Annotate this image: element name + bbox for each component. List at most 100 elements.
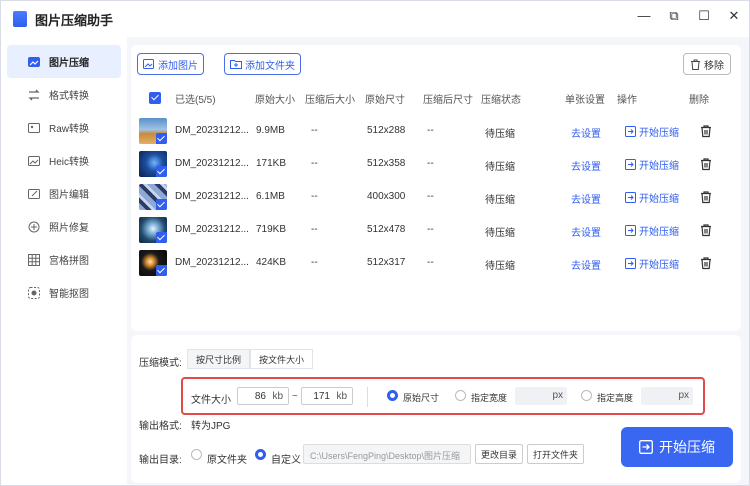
max-size-input[interactable]: 171 kb [301, 387, 353, 405]
status: 待压缩 [485, 129, 515, 140]
setting-link[interactable]: 去设置 [571, 224, 601, 239]
table-row: DM_20231212... 424KB -- 512x317 -- 待压缩 去… [139, 247, 733, 280]
delete-row-icon[interactable] [699, 190, 713, 204]
sidebar-item-label: 格式转换 [49, 91, 89, 102]
delete-row-icon[interactable] [699, 256, 713, 270]
start-compress-button[interactable]: 开始压缩 [621, 427, 733, 467]
comp-size: -- [311, 125, 318, 136]
start-compress-link[interactable]: 开始压缩 [625, 256, 679, 271]
row-checkbox[interactable] [156, 166, 167, 177]
start-icon [625, 192, 636, 203]
row-checkbox[interactable] [156, 199, 167, 210]
sidebar-item-label: 宫格拼图 [49, 256, 89, 267]
thumbnail[interactable] [139, 118, 167, 144]
width-input[interactable]: px [515, 387, 567, 405]
sidebar-item-raw[interactable]: Raw转换 [7, 111, 121, 144]
setting-link[interactable]: 去设置 [571, 191, 601, 206]
heic-icon [27, 154, 41, 168]
start-compress-link[interactable]: 开始压缩 [625, 190, 679, 205]
thumbnail[interactable] [139, 151, 167, 177]
start-icon [639, 440, 653, 454]
radio-original-folder[interactable] [191, 449, 202, 460]
radio-specify-width[interactable] [455, 390, 466, 401]
header-delete: 删除 [689, 95, 709, 106]
file-list-panel: 添加图片 添加文件夹 移除 已选(5/5) 原始大小 压缩后大小 原始尺寸 压缩… [131, 45, 741, 331]
table-row: DM_20231212... 6.1MB -- 400x300 -- 待压缩 去… [139, 181, 733, 214]
row-checkbox[interactable] [156, 265, 167, 276]
start-compress-link[interactable]: 开始压缩 [625, 157, 679, 172]
tab-by-file-size[interactable]: 按文件大小 [250, 349, 314, 369]
header-selected: 已选(5/5) [175, 95, 216, 106]
sidebar-item-grid[interactable]: 宫格拼图 [7, 243, 121, 276]
status: 待压缩 [485, 228, 515, 239]
orig-size: 9.9MB [256, 125, 285, 136]
grid-icon [27, 253, 41, 267]
close-icon[interactable]: ✕ [727, 9, 741, 23]
delete-row-icon[interactable] [699, 124, 713, 138]
table-row: DM_20231212... 171KB -- 512x358 -- 待压缩 去… [139, 148, 733, 181]
status: 待压缩 [485, 261, 515, 272]
sidebar-item-label: 图片编辑 [49, 190, 89, 201]
output-path-input[interactable]: C:\Users\FengPing\Desktop\图片压缩 [303, 444, 471, 464]
cutout-icon [27, 286, 41, 300]
comp-dim: -- [427, 191, 434, 202]
select-all-checkbox[interactable] [149, 92, 161, 104]
sidebar-item-cutout[interactable]: 智能抠图 [7, 276, 121, 309]
delete-row-icon[interactable] [699, 223, 713, 237]
edit-icon [27, 187, 41, 201]
unit-kb: kb [336, 391, 347, 402]
sidebar-item-compress[interactable]: 图片压缩 [7, 45, 121, 78]
custom-folder-label: 自定义 [271, 455, 301, 466]
raw-icon [27, 121, 41, 135]
maximize-icon[interactable]: ☐ [697, 9, 711, 23]
setting-link[interactable]: 去设置 [571, 257, 601, 272]
file-name: DM_20231212... [175, 191, 249, 202]
restore-icon[interactable]: ⧉ [667, 9, 681, 23]
file-name: DM_20231212... [175, 158, 249, 169]
setting-link[interactable]: 去设置 [571, 158, 601, 173]
tab-by-dimension[interactable]: 按尺寸比例 [187, 349, 251, 369]
sidebar-item-repair[interactable]: 照片修复 [7, 210, 121, 243]
header-single-setting: 单张设置 [565, 95, 605, 106]
add-image-button[interactable]: 添加图片 [137, 53, 204, 75]
start-compress-link[interactable]: 开始压缩 [625, 223, 679, 238]
thumbnail[interactable] [139, 184, 167, 210]
radio-original-size[interactable] [387, 390, 398, 401]
row-checkbox[interactable] [156, 232, 167, 243]
toolbar: 添加图片 添加文件夹 [137, 53, 301, 75]
repair-icon [27, 220, 41, 234]
size-settings-highlight: 文件大小 86 kb ~ 171 kb 原始尺寸 指定宽度 px 指定高度 px [181, 377, 705, 415]
add-folder-button[interactable]: 添加文件夹 [224, 53, 301, 75]
radio-custom-folder[interactable] [255, 449, 266, 460]
remove-button[interactable]: 移除 [683, 53, 731, 75]
add-folder-label: 添加文件夹 [245, 60, 295, 72]
start-icon [625, 159, 636, 170]
thumbnail[interactable] [139, 217, 167, 243]
sidebar-item-convert[interactable]: 格式转换 [7, 78, 121, 111]
sidebar-item-heic[interactable]: Heic转换 [7, 144, 121, 177]
open-folder-button[interactable]: 打开文件夹 [527, 444, 585, 464]
settings-panel: 压缩模式: 按尺寸比例 按文件大小 文件大小 86 kb ~ 171 kb 原始… [131, 335, 741, 483]
start-compress-link[interactable]: 开始压缩 [625, 124, 679, 139]
row-checkbox[interactable] [156, 133, 167, 144]
orig-size: 171KB [256, 158, 287, 169]
main-area: 添加图片 添加文件夹 移除 已选(5/5) 原始大小 压缩后大小 原始尺寸 压缩… [127, 37, 749, 485]
sidebar-item-edit[interactable]: 图片编辑 [7, 177, 121, 210]
sidebar-item-label: 照片修复 [49, 223, 89, 234]
thumbnail[interactable] [139, 250, 167, 276]
height-input[interactable]: px [641, 387, 693, 405]
format-label: 输出格式: [139, 421, 182, 432]
mode-tabs: 按尺寸比例 按文件大小 [187, 349, 314, 369]
change-dir-button[interactable]: 更改目录 [475, 444, 524, 464]
orig-dim: 400x300 [367, 191, 406, 202]
table-header: 已选(5/5) 原始大小 压缩后大小 原始尺寸 压缩后尺寸 压缩状态 单张设置 … [143, 87, 733, 109]
format-value[interactable]: 转为JPG [191, 417, 230, 432]
radio-specify-height[interactable] [581, 390, 592, 401]
folder-add-icon [230, 58, 242, 70]
setting-link[interactable]: 去设置 [571, 125, 601, 140]
minimize-icon[interactable]: — [637, 9, 651, 23]
delete-row-icon[interactable] [699, 157, 713, 171]
min-size-input[interactable]: 86 kb [237, 387, 289, 405]
orig-dim: 512x288 [367, 125, 406, 136]
orig-size: 6.1MB [256, 191, 285, 202]
